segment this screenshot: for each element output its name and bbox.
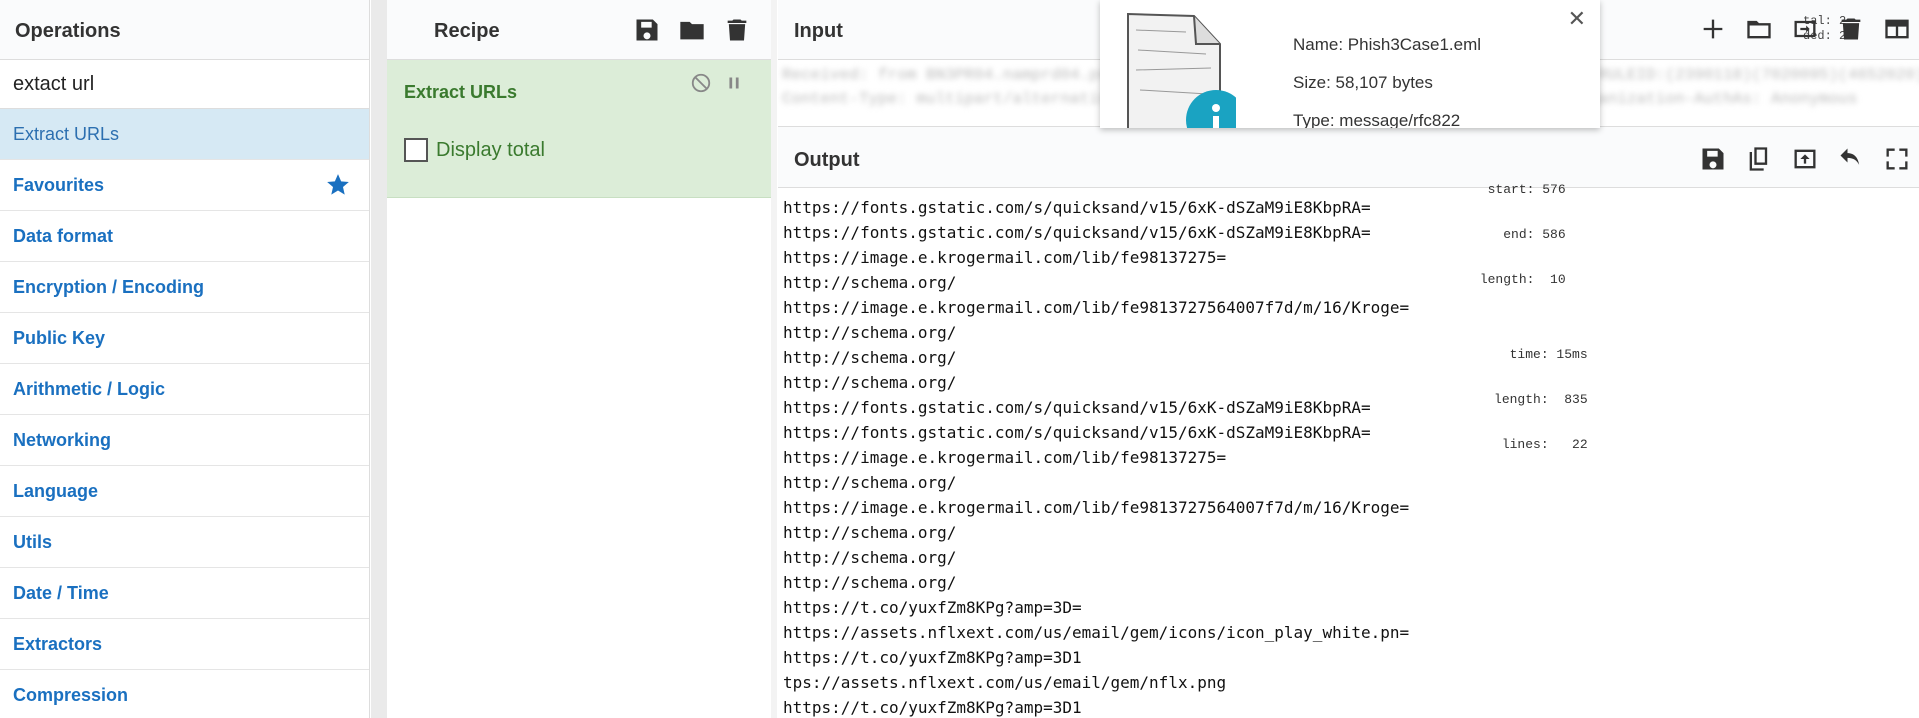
category-label: Networking	[13, 429, 112, 450]
output-textarea[interactable]: https://fonts.gstatic.com/s/quicksand/v1…	[778, 195, 1919, 718]
output-title: Output	[794, 149, 860, 171]
recipe-panel: Recipe Extract URLs Display total	[387, 0, 772, 718]
star-icon	[325, 172, 351, 198]
file-details-popup: Name: Phish3Case1.eml Size: 58,107 bytes…	[1100, 0, 1600, 128]
category-extractors[interactable]: Extractors	[0, 619, 369, 670]
category-encryption-encoding[interactable]: Encryption / Encoding	[0, 262, 369, 313]
output-line: tps://assets.nflxext.com/us/email/gem/nf…	[783, 673, 1227, 692]
recipe-operation-title: Extract URLs	[404, 82, 518, 102]
recipe-header: Recipe	[387, 0, 772, 60]
output-line: http://schema.org/	[783, 548, 957, 567]
category-label: Encryption / Encoding	[13, 276, 205, 297]
output-line: https://assets.nflxext.com/us/email/gem/…	[783, 623, 1410, 642]
panel-splitter[interactable]	[371, 0, 387, 718]
layout-toggle-icon[interactable]	[1883, 15, 1911, 43]
file-name: Name: Phish3Case1.eml	[1293, 35, 1482, 54]
file-type: Type: message/rfc822	[1293, 111, 1461, 128]
op-extract-urls[interactable]: Extract URLs	[0, 109, 369, 160]
display-total-label: Display total	[436, 138, 545, 161]
category-compression[interactable]: Compression	[0, 670, 369, 718]
output-toolbar	[1699, 145, 1911, 173]
open-file-input-icon[interactable]	[1791, 15, 1819, 43]
output-line: https://t.co/yuxfZm8KPg?amp=3D=	[783, 598, 1082, 617]
load-recipe-folder-icon[interactable]	[678, 16, 706, 44]
category-label: Utils	[13, 531, 53, 552]
category-label: Language	[13, 480, 99, 501]
file-info-icon	[1116, 10, 1236, 128]
output-line: http://schema.org/	[783, 573, 957, 592]
output-line: http://schema.org/	[783, 348, 957, 367]
category-label: Public Key	[13, 327, 106, 348]
category-language[interactable]: Language	[0, 466, 369, 517]
panel-splitter[interactable]	[771, 0, 777, 718]
open-folder-icon[interactable]	[1745, 15, 1773, 43]
disable-operation-icon[interactable]	[690, 72, 714, 96]
clear-recipe-trash-icon[interactable]	[723, 16, 751, 44]
operations-list: Extract URLs Favourites Data format Encr…	[0, 109, 369, 718]
category-label: Date / Time	[13, 582, 109, 603]
operations-panel: Operations Extract URLs Favourites Data …	[0, 0, 370, 718]
file-size: Size: 58,107 bytes	[1293, 73, 1433, 92]
undo-icon[interactable]	[1837, 145, 1865, 173]
output-line: http://schema.org/	[783, 273, 957, 292]
category-label: Arithmetic / Logic	[13, 378, 166, 399]
file-meta: Name: Phish3Case1.eml Size: 58,107 bytes…	[1293, 26, 1481, 128]
output-line: http://schema.org/	[783, 373, 957, 392]
save-output-icon[interactable]	[1699, 145, 1727, 173]
output-line: https://fonts.gstatic.com/s/quicksand/v1…	[783, 423, 1371, 442]
output-line: https://image.e.krogermail.com/lib/fe981…	[783, 298, 1410, 317]
maximise-output-icon[interactable]	[1883, 145, 1911, 173]
close-icon[interactable]: ✕	[1568, 6, 1586, 32]
op-label: Extract URLs	[13, 123, 120, 144]
copy-output-icon[interactable]	[1745, 145, 1773, 173]
output-line: https://t.co/yuxfZm8KPg?amp=3D1	[783, 698, 1082, 717]
category-label: Favourites	[13, 174, 105, 195]
display-total-option[interactable]: Display total	[404, 138, 545, 162]
operations-search-input[interactable]	[13, 72, 333, 96]
output-line: https://image.e.krogermail.com/lib/fe981…	[783, 248, 1227, 267]
output-line: http://schema.org/	[783, 523, 957, 542]
input-title: Input	[794, 20, 843, 42]
output-line: http://schema.org/	[783, 473, 957, 492]
output-line: https://fonts.gstatic.com/s/quicksand/v1…	[783, 398, 1371, 417]
add-input-plus-icon[interactable]	[1699, 15, 1727, 43]
move-output-to-input-icon[interactable]	[1791, 145, 1819, 173]
recipe-title: Recipe	[434, 20, 500, 42]
clear-input-trash-icon[interactable]	[1837, 15, 1865, 43]
operations-search-box[interactable]	[0, 60, 369, 109]
output-line: https://image.e.krogermail.com/lib/fe981…	[783, 448, 1227, 467]
category-favourites[interactable]: Favourites	[0, 160, 369, 211]
category-data-format[interactable]: Data format	[0, 211, 369, 262]
output-line: https://fonts.gstatic.com/s/quicksand/v1…	[783, 223, 1371, 242]
category-arithmetic-logic[interactable]: Arithmetic / Logic	[0, 364, 369, 415]
category-label: Data format	[13, 225, 114, 246]
category-networking[interactable]: Networking	[0, 415, 369, 466]
category-public-key[interactable]: Public Key	[0, 313, 369, 364]
category-label: Compression	[13, 684, 129, 705]
category-label: Extractors	[13, 633, 103, 654]
operations-title: Operations	[0, 0, 369, 60]
io-panel: Input tal: 2 ded: 2 Received: from BN3PR…	[778, 0, 1919, 718]
output-line: https://fonts.gstatic.com/s/quicksand/v1…	[783, 198, 1371, 217]
output-line: https://image.e.krogermail.com/lib/fe981…	[783, 498, 1410, 517]
recipe-operation-extract-urls[interactable]: Extract URLs Display total	[387, 60, 772, 198]
display-total-checkbox[interactable]	[404, 138, 428, 162]
output-line: http://schema.org/	[783, 323, 957, 342]
output-line: https://t.co/yuxfZm8KPg?amp=3D1	[783, 648, 1082, 667]
category-date-time[interactable]: Date / Time	[0, 568, 369, 619]
input-toolbar	[1699, 15, 1911, 43]
output-header: Output start: 576 end: 586 length: 10 ti…	[778, 126, 1919, 452]
save-recipe-icon[interactable]	[633, 16, 661, 44]
category-utils[interactable]: Utils	[0, 517, 369, 568]
pause-operation-icon[interactable]	[723, 72, 747, 96]
